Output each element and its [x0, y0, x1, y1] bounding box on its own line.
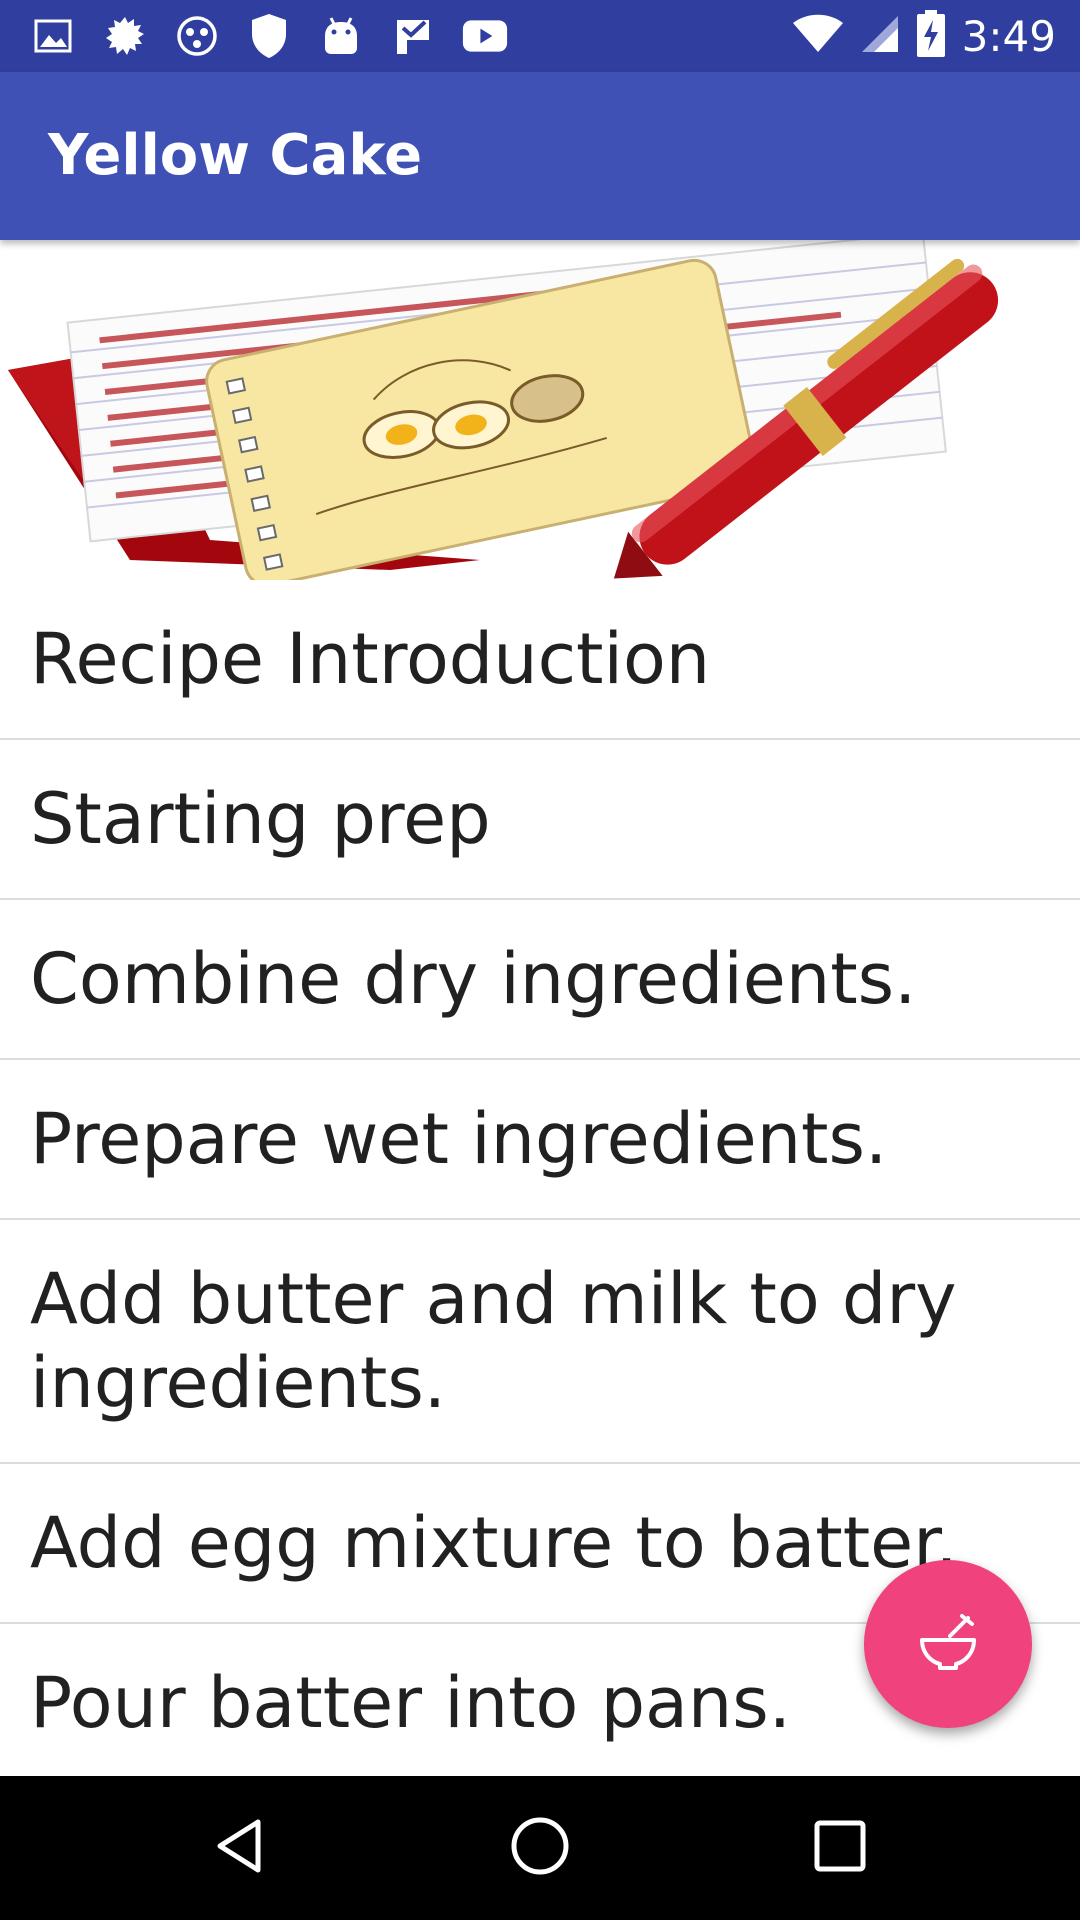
list-item-label: Prepare wet ingredients.: [30, 1098, 888, 1180]
mortar-pestle-icon: [916, 1610, 980, 1679]
list-item-label: Pour batter into pans.: [30, 1662, 792, 1744]
circle-dots-icon: [174, 13, 220, 59]
back-icon: [210, 1816, 270, 1881]
wifi-icon: [792, 14, 844, 59]
fab-mortar-button[interactable]: [864, 1560, 1032, 1728]
list-item-label: Recipe Introduction: [30, 618, 711, 700]
youtube-icon: [462, 13, 508, 59]
list-item-starting-prep[interactable]: Starting prep: [0, 740, 1080, 900]
nav-home-button[interactable]: [504, 1812, 576, 1884]
app-title: Yellow Cake: [48, 123, 423, 188]
nav-back-button[interactable]: [204, 1812, 276, 1884]
image-icon: [30, 13, 76, 59]
list-item-prepare-wet[interactable]: Prepare wet ingredients.: [0, 1060, 1080, 1220]
list-item-add-butter-milk[interactable]: Add butter and milk to dry ingredients.: [0, 1220, 1080, 1464]
app-bar: Yellow Cake: [0, 72, 1080, 240]
list-item-combine-dry[interactable]: Combine dry ingredients.: [0, 900, 1080, 1060]
battery-charging-icon: [916, 9, 946, 63]
list-item-label: Add butter and milk to dry ingredients.: [30, 1258, 957, 1424]
list-item-label: Combine dry ingredients.: [30, 938, 917, 1020]
status-bar: 3:49: [0, 0, 1080, 72]
recents-icon: [812, 1818, 868, 1879]
android-icon: [318, 13, 364, 59]
cell-signal-icon: [860, 14, 900, 59]
list-item-label: Starting prep: [30, 778, 491, 860]
navigation-bar: [0, 1776, 1080, 1920]
nav-recents-button[interactable]: [804, 1812, 876, 1884]
check-flag-icon: [390, 13, 436, 59]
settings-burst-icon: [102, 13, 148, 59]
recipe-header-image: [0, 231, 1080, 587]
shield-icon: [246, 13, 292, 59]
list-item-recipe-introduction[interactable]: Recipe Introduction: [0, 580, 1080, 740]
list-item-label: Add egg mixture to batter.: [30, 1502, 958, 1584]
status-notification-icons: [30, 0, 508, 72]
status-system-icons: 3:49: [792, 0, 1056, 72]
status-time: 3:49: [961, 11, 1056, 61]
home-icon: [508, 1814, 572, 1883]
